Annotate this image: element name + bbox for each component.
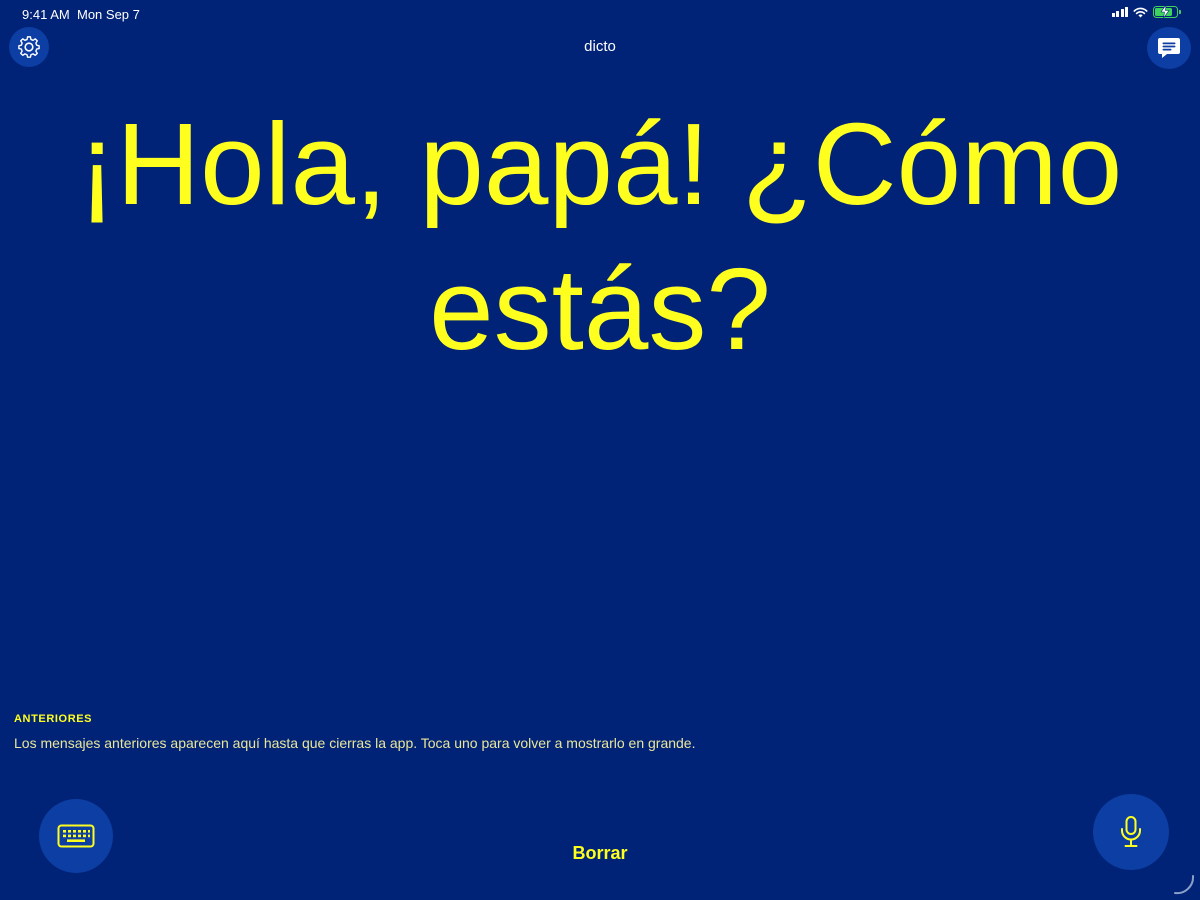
status-date: Mon Sep 7 bbox=[77, 7, 140, 22]
resize-corner-icon bbox=[1174, 875, 1195, 895]
charging-bolt-icon bbox=[1160, 5, 1170, 18]
previous-description: Los mensajes anteriores aparecen aquí ha… bbox=[14, 735, 696, 751]
keyboard-button[interactable] bbox=[39, 799, 113, 873]
messages-button[interactable] bbox=[1147, 27, 1191, 69]
microphone-icon bbox=[1121, 816, 1141, 847]
app-title: dicto bbox=[584, 38, 616, 55]
clear-button[interactable]: Borrar bbox=[540, 840, 660, 870]
previous-heading: ANTERIORES bbox=[14, 713, 93, 725]
chat-bubble-icon bbox=[1158, 38, 1180, 58]
keyboard-icon bbox=[57, 824, 95, 848]
microphone-button[interactable] bbox=[1093, 794, 1169, 870]
cellular-signal-icon bbox=[1111, 7, 1128, 17]
current-message: ¡Hola, papá! ¿Cómo estás? bbox=[77, 99, 1123, 374]
status-time: 9:41 AM bbox=[22, 7, 70, 22]
battery-icon bbox=[1153, 5, 1181, 18]
status-bar: 9:41 AM Mon Sep 7 bbox=[0, 0, 1200, 28]
wifi-icon bbox=[1133, 7, 1148, 17]
app-screen: 9:41 AM Mon Sep 7 dicto ¡Hola, papá! ¿Có… bbox=[0, 0, 1200, 900]
status-indicators bbox=[1111, 5, 1181, 18]
previous-messages-section: ANTERIORES Los mensajes anteriores apare… bbox=[14, 713, 695, 751]
